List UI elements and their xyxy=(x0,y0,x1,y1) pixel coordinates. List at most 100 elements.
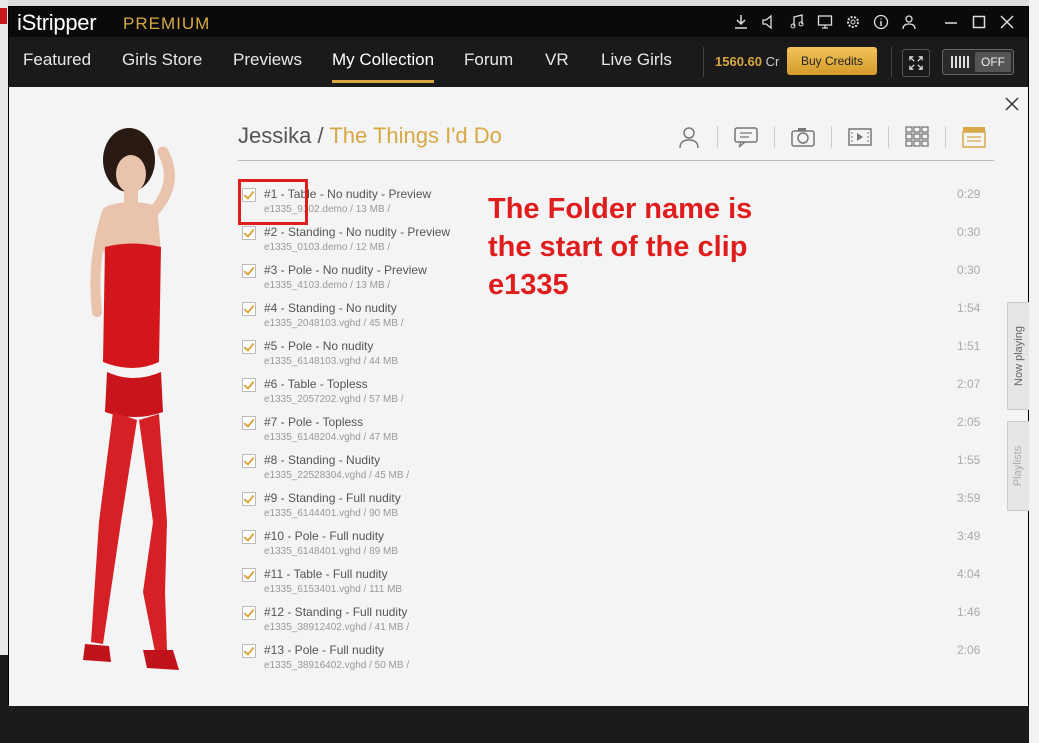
clip-checkbox[interactable] xyxy=(242,454,256,468)
fullscreen-button[interactable] xyxy=(902,49,930,77)
model-image xyxy=(83,128,179,670)
nav-vr[interactable]: VR xyxy=(545,37,569,87)
clip-file-info: e1335_2057202.vghd / 57 MB / xyxy=(264,394,404,405)
clip-title[interactable]: #6 - Table - Topless xyxy=(264,377,368,391)
nav-girls-store[interactable]: Girls Store xyxy=(122,37,202,87)
clip-title[interactable]: #7 - Pole - Topless xyxy=(264,415,363,429)
clip-title[interactable]: #11 - Table - Full nudity xyxy=(264,567,388,581)
buy-credits-button[interactable]: Buy Credits xyxy=(787,47,877,75)
clip-checkbox[interactable] xyxy=(242,340,256,354)
clip-row[interactable]: #9 - Standing - Full nudity e1335_6144401… xyxy=(238,491,998,529)
clip-title[interactable]: #12 - Standing - Full nudity xyxy=(264,605,407,619)
clip-duration: 1:51 xyxy=(957,339,981,353)
clip-title[interactable]: #3 - Pole - No nudity - Preview xyxy=(264,263,427,277)
clip-duration: 4:04 xyxy=(957,567,981,581)
clip-duration: 0:30 xyxy=(957,225,981,239)
clip-title[interactable]: #8 - Standing - Nudity xyxy=(264,453,380,467)
nav-live-girls[interactable]: Live Girls xyxy=(601,37,672,87)
close-window-icon[interactable] xyxy=(994,7,1020,37)
music-icon[interactable] xyxy=(784,7,810,37)
annotation-line: e1335 xyxy=(488,269,569,301)
clip-row[interactable]: #8 - Standing - Nudity e1335_22528304.vgh… xyxy=(238,453,998,491)
clip-title[interactable]: #9 - Standing - Full nudity xyxy=(264,491,401,505)
clip-title[interactable]: #10 - Pole - Full nudity xyxy=(264,529,384,543)
nav-my-collection[interactable]: My Collection xyxy=(332,37,435,87)
clip-row[interactable]: #13 - Pole - Full nudity e1335_38916402.v… xyxy=(238,643,998,681)
clip-row[interactable]: #5 - Pole - No nudity e1335_6148103.vghd … xyxy=(238,339,998,377)
nav-featured[interactable]: Featured xyxy=(23,37,91,87)
nav-previews[interactable]: Previews xyxy=(233,37,302,87)
toggle-grip-icon xyxy=(951,56,969,68)
main-nav: Featured Girls Store Previews My Collect… xyxy=(9,37,1028,87)
clip-file-info: e1335_38916402.vghd / 50 MB / xyxy=(264,660,410,671)
clip-row[interactable]: #11 - Table - Full nudity e1335_6153401.v… xyxy=(238,567,998,605)
background-window-edge xyxy=(0,0,8,743)
clip-checkbox[interactable] xyxy=(242,226,256,240)
clip-title[interactable]: #13 - Pole - Full nudity xyxy=(264,643,384,657)
nav-divider xyxy=(891,47,892,77)
clip-duration: 1:55 xyxy=(957,453,981,467)
clip-title[interactable]: #2 - Standing - No nudity - Preview xyxy=(264,225,450,239)
user-icon[interactable] xyxy=(896,7,922,37)
clip-checkbox[interactable] xyxy=(242,606,256,620)
clip-duration: 2:07 xyxy=(957,377,981,391)
video-icon xyxy=(848,128,872,146)
download-icon[interactable] xyxy=(728,7,754,37)
maximize-icon[interactable] xyxy=(966,7,992,37)
clip-title[interactable]: #5 - Pole - No nudity xyxy=(264,339,373,353)
premium-label: PREMIUM xyxy=(123,14,211,33)
clip-duration: 2:06 xyxy=(957,643,981,657)
background-app-marker xyxy=(0,8,7,24)
clip-file-info: e1335_2048103.vghd / 45 MB / xyxy=(264,318,404,329)
collection-heading: Jessika / The Things I'd Do xyxy=(238,123,502,149)
now-playing-tab[interactable]: Now playing xyxy=(1007,302,1029,410)
clip-checkbox[interactable] xyxy=(242,644,256,658)
gear-icon[interactable] xyxy=(840,7,866,37)
profile-view-button[interactable] xyxy=(669,123,709,151)
person-icon xyxy=(679,127,699,149)
clip-checkbox[interactable] xyxy=(242,264,256,278)
clip-row[interactable]: #6 - Table - Topless e1335_2057202.vghd /… xyxy=(238,377,998,415)
clip-row[interactable]: #7 - Pole - Topless e1335_6148204.vghd / … xyxy=(238,415,998,453)
clip-row[interactable]: #4 - Standing - No nudity e1335_2048103.v… xyxy=(238,301,998,339)
clip-checkbox[interactable] xyxy=(242,302,256,316)
clip-checkbox[interactable] xyxy=(242,492,256,506)
clip-duration: 3:59 xyxy=(957,491,981,505)
video-view-button[interactable] xyxy=(840,123,880,151)
clip-checkbox[interactable] xyxy=(242,416,256,430)
album-title: The Things I'd Do xyxy=(329,123,502,148)
model-name[interactable]: Jessika xyxy=(238,123,311,148)
playlists-tab[interactable]: Playlists xyxy=(1007,421,1029,511)
clip-file-info: e1335_6148401.vghd / 89 MB xyxy=(264,546,398,557)
nav-forum[interactable]: Forum xyxy=(464,37,513,87)
monitor-icon[interactable] xyxy=(812,7,838,37)
comments-view-button[interactable] xyxy=(726,123,766,151)
clip-file-info: e1335_4103.demo / 13 MB / xyxy=(264,280,391,291)
clip-duration: 0:30 xyxy=(957,263,981,277)
speaker-icon[interactable] xyxy=(756,7,782,37)
now-playing-label: Now playing xyxy=(1012,326,1025,386)
clip-duration: 0:29 xyxy=(957,187,981,201)
clip-checkbox[interactable] xyxy=(242,378,256,392)
grid-icon xyxy=(905,126,929,147)
photos-view-button[interactable] xyxy=(783,123,823,151)
clip-file-info: e1335_6153401.vghd / 111 MB xyxy=(264,584,403,595)
clip-checkbox[interactable] xyxy=(242,568,256,582)
credits-value: 1560.60 xyxy=(715,54,762,69)
clips-view-button[interactable] xyxy=(954,123,994,151)
show-toggle[interactable]: OFF xyxy=(942,49,1014,75)
clip-file-info: e1335_22528304.vghd / 45 MB / xyxy=(264,470,410,481)
close-panel-icon[interactable] xyxy=(1004,96,1020,112)
clip-file-info: e1335_6148103.vghd / 44 MB xyxy=(264,356,398,367)
grid-view-button[interactable] xyxy=(897,123,937,151)
clip-row[interactable]: #10 - Pole - Full nudity e1335_6148401.vg… xyxy=(238,529,998,567)
clip-row[interactable]: #12 - Standing - Full nudity e1335_389124… xyxy=(238,605,998,643)
title-bar-icons xyxy=(728,7,1020,37)
clip-checkbox[interactable] xyxy=(242,530,256,544)
clip-file-info: e1335_38912402.vghd / 41 MB / xyxy=(264,622,410,633)
header-divider xyxy=(238,160,994,161)
speech-bubble-icon xyxy=(734,127,758,148)
clip-title[interactable]: #4 - Standing - No nudity xyxy=(264,301,397,315)
minimize-icon[interactable] xyxy=(938,7,964,37)
info-icon[interactable] xyxy=(868,7,894,37)
